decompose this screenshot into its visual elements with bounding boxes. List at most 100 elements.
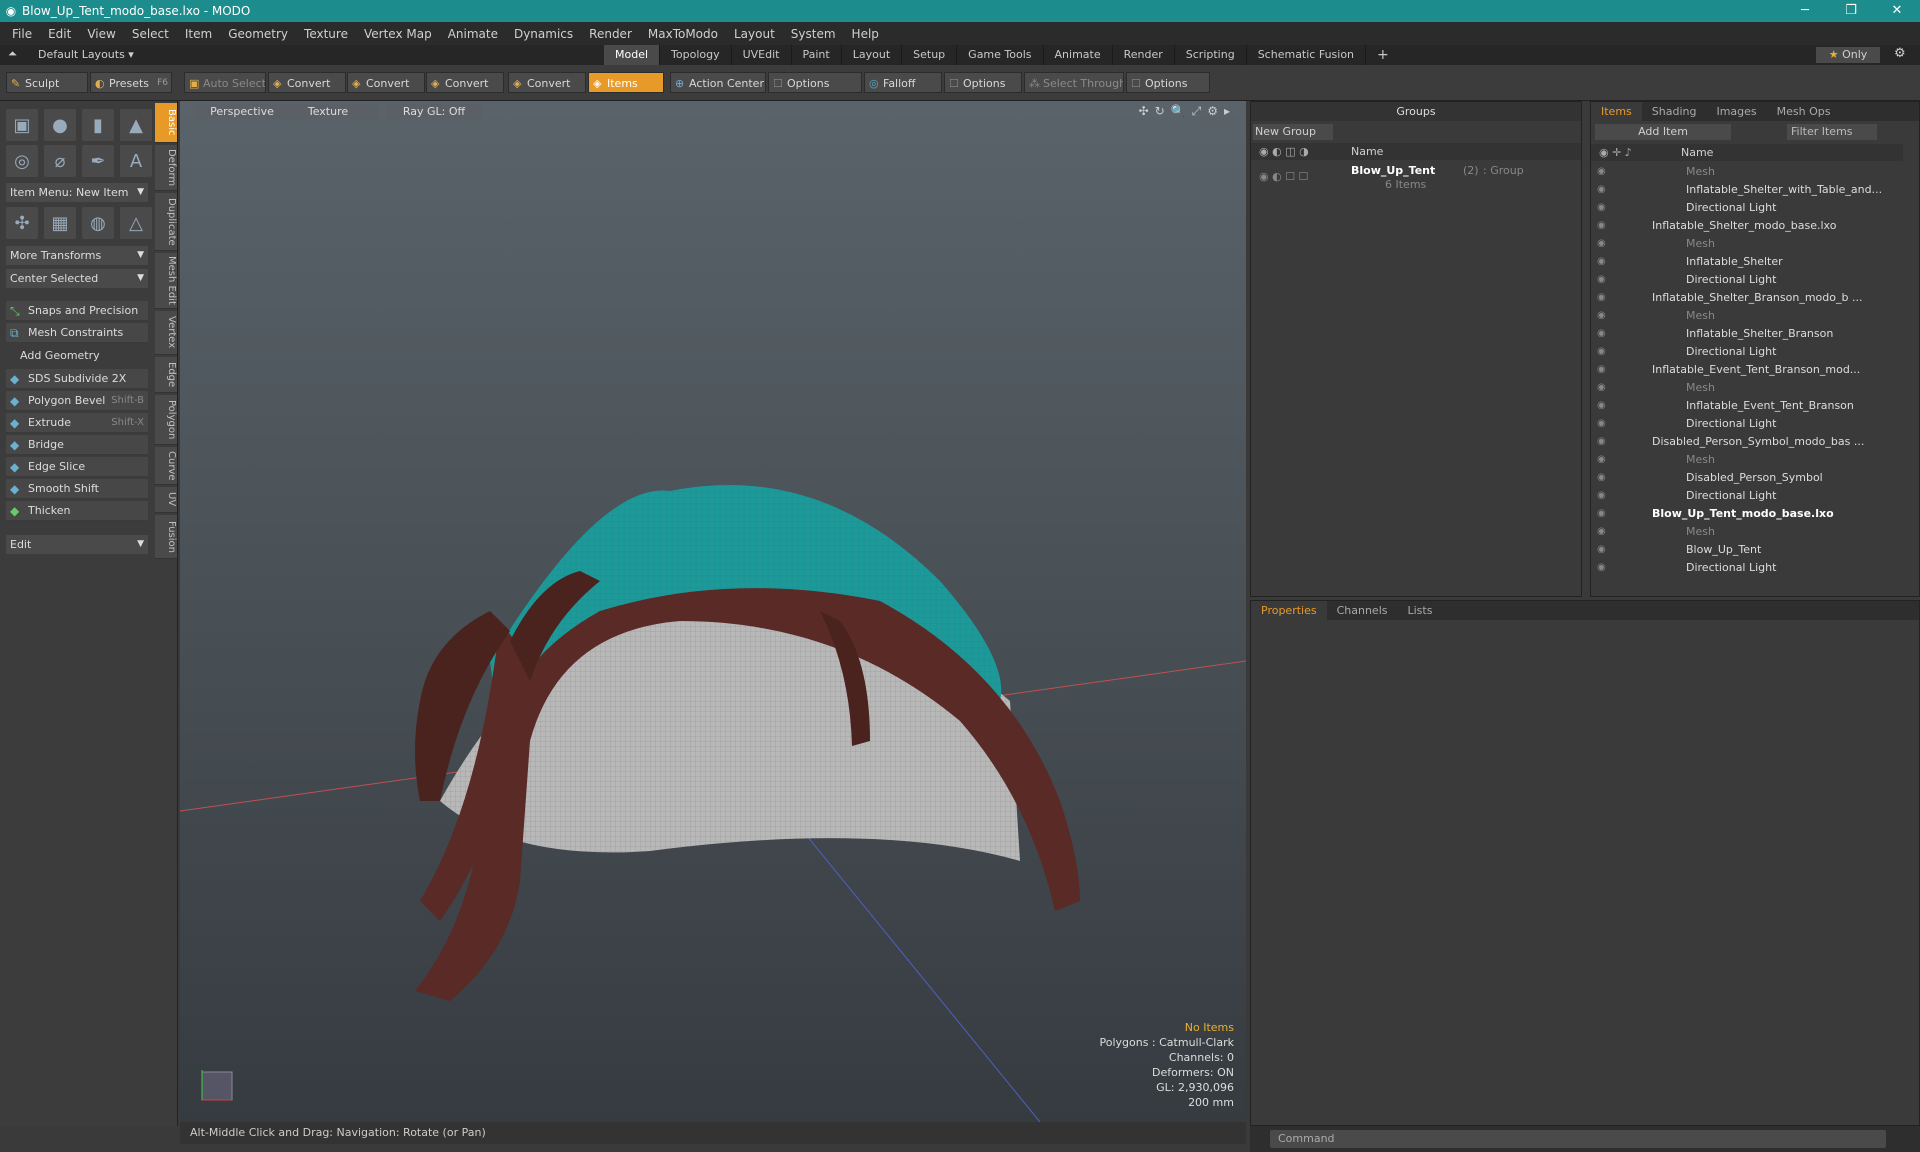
falloff-button[interactable]: ◎ Falloff — [864, 72, 942, 93]
menu-view[interactable]: View — [79, 27, 123, 41]
tab-model[interactable]: Model — [604, 45, 661, 65]
edit-dropdown[interactable]: Edit ▼ — [6, 535, 148, 554]
tab-lists[interactable]: Lists — [1398, 601, 1443, 620]
vtab-uv[interactable]: UV — [155, 487, 177, 513]
cylinder-primitive-icon[interactable]: ▮ — [82, 109, 114, 141]
text-tool-icon[interactable]: A — [120, 145, 152, 177]
tab-channels[interactable]: Channels — [1327, 601, 1398, 620]
item-row[interactable]: ◉ Blow_Up_Tent_modo_base.lxo — [1591, 505, 1903, 523]
tool-smooth-shift[interactable]: ◆ Smooth Shift — [6, 479, 148, 499]
tab-properties[interactable]: Properties — [1251, 601, 1327, 620]
eye-icon[interactable]: ◉ — [1597, 181, 1606, 199]
auto-select-button[interactable]: ▣ Auto Select — [184, 72, 266, 93]
tab-uvedit[interactable]: UVEdit — [732, 45, 792, 65]
globe-icon[interactable]: ◍ — [82, 207, 114, 239]
pyramid-icon[interactable]: △ — [120, 207, 152, 239]
tool-sds-subdivide[interactable]: ◆ SDS Subdivide 2X — [6, 369, 148, 389]
item-row[interactable]: ◉ Inflatable_Shelter_with_Table_and... — [1591, 181, 1903, 199]
tab-shading[interactable]: Shading — [1642, 102, 1707, 121]
eye-icon[interactable]: ◉ — [1597, 325, 1606, 343]
snaps-precision-button[interactable]: ⤡ Snaps and Precision — [6, 301, 148, 321]
convert-vertices-button[interactable]: ◈ Convert — [268, 72, 346, 93]
tab-scripting[interactable]: Scripting — [1175, 45, 1247, 65]
add-item-button[interactable]: Add Item — [1595, 124, 1731, 140]
torus-primitive-icon[interactable]: ◎ — [6, 145, 38, 177]
mesh-constraints-button[interactable]: ⧉ Mesh Constraints — [6, 323, 148, 343]
action-center-options-button[interactable]: ☐ Options — [768, 72, 862, 93]
pen-tool-icon[interactable]: ✒ — [82, 145, 114, 177]
vtab-fusion[interactable]: Fusion — [155, 515, 177, 559]
menu-file[interactable]: File — [4, 27, 40, 41]
eye-icon[interactable]: ◉ — [1597, 559, 1606, 577]
vtab-basic[interactable]: Basic — [155, 103, 177, 143]
eye-icon[interactable]: ◉ — [1597, 253, 1606, 271]
tab-layout[interactable]: Layout — [842, 45, 903, 65]
sculpt-button[interactable]: ✎ Sculpt — [6, 72, 88, 93]
grid-icon[interactable]: ▦ — [44, 207, 76, 239]
vtab-vertex[interactable]: Vertex — [155, 311, 177, 355]
tool-bridge[interactable]: ◆ Bridge — [6, 435, 148, 455]
select-through-button[interactable]: ⁂ Select Through — [1024, 72, 1124, 93]
menu-system[interactable]: System — [783, 27, 844, 41]
tab-paint[interactable]: Paint — [792, 45, 842, 65]
tool-extrude[interactable]: ◆ Extrude Shift-X — [6, 413, 148, 433]
convert-edges-button[interactable]: ◈ Convert — [347, 72, 425, 93]
menu-edit[interactable]: Edit — [40, 27, 79, 41]
tool-thicken[interactable]: ◆ Thicken — [6, 501, 148, 521]
close-icon[interactable]: ✕ — [1874, 0, 1920, 22]
item-row[interactable]: ◉ Inflatable_Shelter_Branson — [1591, 325, 1903, 343]
item-row[interactable]: ◉ Directional Light — [1591, 199, 1903, 217]
eye-icon[interactable]: ◉ — [1597, 307, 1606, 325]
3d-viewport[interactable]: Perspective Texture Ray GL: Off ✣↻🔍⤢⚙▸ N… — [180, 101, 1246, 1122]
eye-icon[interactable]: ◉ — [1597, 433, 1606, 451]
center-selected-dropdown[interactable]: Center Selected ▼ — [6, 269, 148, 288]
eye-icon[interactable]: ◉ — [1597, 415, 1606, 433]
menu-layout[interactable]: Layout — [726, 27, 783, 41]
transform-icon[interactable]: ✣ — [6, 207, 38, 239]
item-row[interactable]: ◉ Mesh — [1591, 307, 1903, 325]
item-row[interactable]: ◉ Directional Light — [1591, 559, 1903, 577]
only-button[interactable]: ★ Only — [1816, 47, 1880, 63]
presets-button[interactable]: ◐ Presets F6 — [90, 72, 172, 93]
tab-render[interactable]: Render — [1113, 45, 1175, 65]
menu-texture[interactable]: Texture — [296, 27, 356, 41]
item-row[interactable]: ◉ Directional Light — [1591, 415, 1903, 433]
eye-icon[interactable]: ◉ — [1597, 271, 1606, 289]
item-menu-dropdown[interactable]: Item Menu: New Item ▼ — [6, 183, 148, 202]
tab-animate[interactable]: Animate — [1044, 45, 1113, 65]
item-row[interactable]: ◉ Inflatable_Event_Tent_Branson_mod... — [1591, 361, 1903, 379]
item-row[interactable]: ◉ Mesh — [1591, 163, 1903, 181]
eye-icon[interactable]: ◉ — [1597, 343, 1606, 361]
item-row[interactable]: ◉ Mesh — [1591, 451, 1903, 469]
eye-icon[interactable]: ◉ — [1597, 487, 1606, 505]
item-row[interactable]: ◉ Mesh — [1591, 235, 1903, 253]
cube-primitive-icon[interactable]: ▣ — [6, 109, 38, 141]
menu-dynamics[interactable]: Dynamics — [506, 27, 581, 41]
menu-select[interactable]: Select — [124, 27, 177, 41]
menu-render[interactable]: Render — [581, 27, 640, 41]
item-row[interactable]: ◉ Mesh — [1591, 523, 1903, 541]
menu-animate[interactable]: Animate — [440, 27, 506, 41]
item-row[interactable]: ◉ Inflatable_Shelter — [1591, 253, 1903, 271]
eye-icon[interactable]: ◉ — [1597, 451, 1606, 469]
action-center-button[interactable]: ⊕ Action Center — [670, 72, 766, 93]
menu-vertex-map[interactable]: Vertex Map — [356, 27, 440, 41]
item-row[interactable]: ◉ Inflatable_Event_Tent_Branson — [1591, 397, 1903, 415]
select-options-button[interactable]: ☐ Options — [1126, 72, 1210, 93]
eye-icon[interactable]: ◉ — [1597, 469, 1606, 487]
item-row[interactable]: ◉ Directional Light — [1591, 271, 1903, 289]
group-row[interactable]: ◉ ◐ ☐ ☐ Blow_Up_Tent (2) : Group 6 Items — [1251, 162, 1581, 192]
command-input[interactable]: Command — [1270, 1130, 1886, 1148]
add-tab-icon[interactable]: + — [1366, 45, 1400, 65]
tool-edge-slice[interactable]: ◆ Edge Slice — [6, 457, 148, 477]
items-mode-button[interactable]: ◈ Items — [588, 72, 664, 93]
item-row[interactable]: ◉ Mesh — [1591, 379, 1903, 397]
tab-items[interactable]: Items — [1591, 102, 1642, 121]
falloff-options-button[interactable]: ☐ Options — [944, 72, 1022, 93]
vtab-edge[interactable]: Edge — [155, 357, 177, 393]
capsule-primitive-icon[interactable]: ⌀ — [44, 145, 76, 177]
tool-polygon-bevel[interactable]: ◆ Polygon Bevel Shift-B — [6, 391, 148, 411]
convert-polygons-button[interactable]: ◈ Convert — [426, 72, 504, 93]
item-row[interactable]: ◉ Directional Light — [1591, 343, 1903, 361]
eye-icon[interactable]: ◉ — [1597, 397, 1606, 415]
